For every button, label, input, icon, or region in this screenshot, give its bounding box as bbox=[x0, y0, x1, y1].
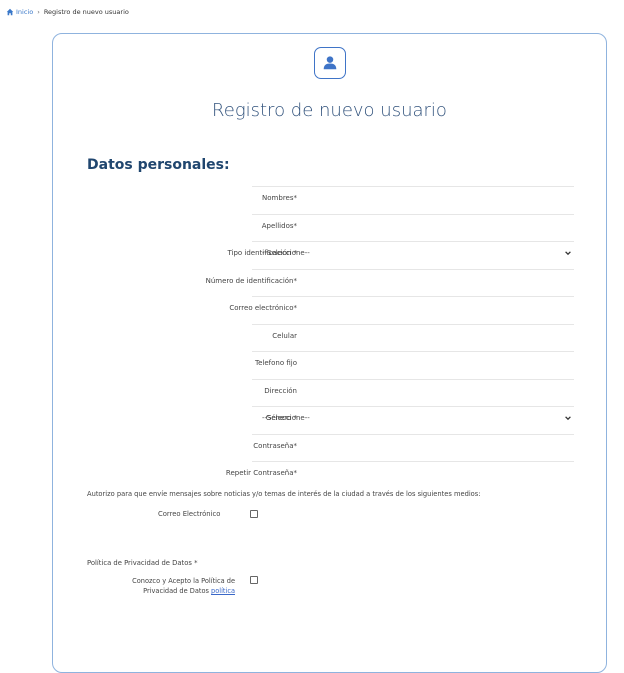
email-consent-row: Correo Electrónico bbox=[158, 510, 220, 518]
select-value[interactable]: --Seleccione-- bbox=[262, 414, 310, 422]
form-row: Género * --Seleccione-- bbox=[52, 406, 607, 433]
email-consent-checkbox[interactable] bbox=[250, 510, 258, 518]
privacy-title: Política de Privacidad de Datos * bbox=[87, 559, 198, 567]
select-value[interactable]: --Seleccione-- bbox=[262, 249, 310, 257]
breadcrumb-home-link[interactable]: Inicio bbox=[6, 8, 33, 16]
text-input[interactable] bbox=[252, 323, 574, 350]
form-row: Tipo identificación * --Seleccione-- bbox=[52, 241, 607, 268]
consent-text: Autorizo para que envíe mensajes sobre n… bbox=[87, 490, 481, 498]
text-input[interactable] bbox=[252, 296, 574, 322]
field-divider bbox=[252, 241, 574, 242]
field-divider bbox=[252, 406, 574, 407]
breadcrumb-home-label: Inicio bbox=[16, 8, 34, 16]
section-title: Datos personales: bbox=[87, 157, 230, 173]
form-row: Repetir Contraseña* bbox=[52, 461, 607, 488]
form-row: Correo electrónico* bbox=[52, 296, 607, 323]
text-input[interactable] bbox=[252, 186, 574, 212]
form-row: Apellidos* bbox=[52, 213, 607, 241]
form-row: Número de identificación* bbox=[52, 268, 607, 296]
text-input[interactable] bbox=[252, 461, 574, 487]
text-input[interactable] bbox=[252, 433, 574, 460]
home-icon bbox=[6, 8, 14, 16]
privacy-policy-link[interactable]: política bbox=[211, 587, 235, 595]
chevron-down-icon[interactable] bbox=[564, 414, 572, 422]
form-row: Dirección bbox=[52, 378, 607, 406]
breadcrumb-current: Registro de nuevo usuario bbox=[43, 8, 129, 16]
form-row: Celular bbox=[52, 323, 607, 351]
text-input[interactable] bbox=[252, 378, 574, 405]
breadcrumb-separator-icon: › bbox=[37, 8, 40, 16]
page-title: Registro de nuevo usuario bbox=[212, 100, 447, 121]
text-input[interactable] bbox=[252, 213, 574, 240]
breadcrumb: Inicio › Registro de nuevo usuario bbox=[6, 8, 129, 16]
user-avatar-icon bbox=[314, 47, 346, 79]
text-input[interactable] bbox=[252, 351, 574, 377]
form-row: Nombres* bbox=[52, 186, 607, 213]
form-row: Contraseña* bbox=[52, 433, 607, 461]
email-consent-label: Correo Electrónico bbox=[158, 510, 221, 518]
privacy-accept-checkbox[interactable] bbox=[250, 576, 258, 584]
form-row: Telefono fijo bbox=[52, 351, 607, 378]
privacy-accept-label: Conozco y Acepto la Política de Privacid… bbox=[100, 577, 235, 597]
text-input[interactable] bbox=[252, 268, 574, 295]
chevron-down-icon[interactable] bbox=[564, 249, 572, 257]
